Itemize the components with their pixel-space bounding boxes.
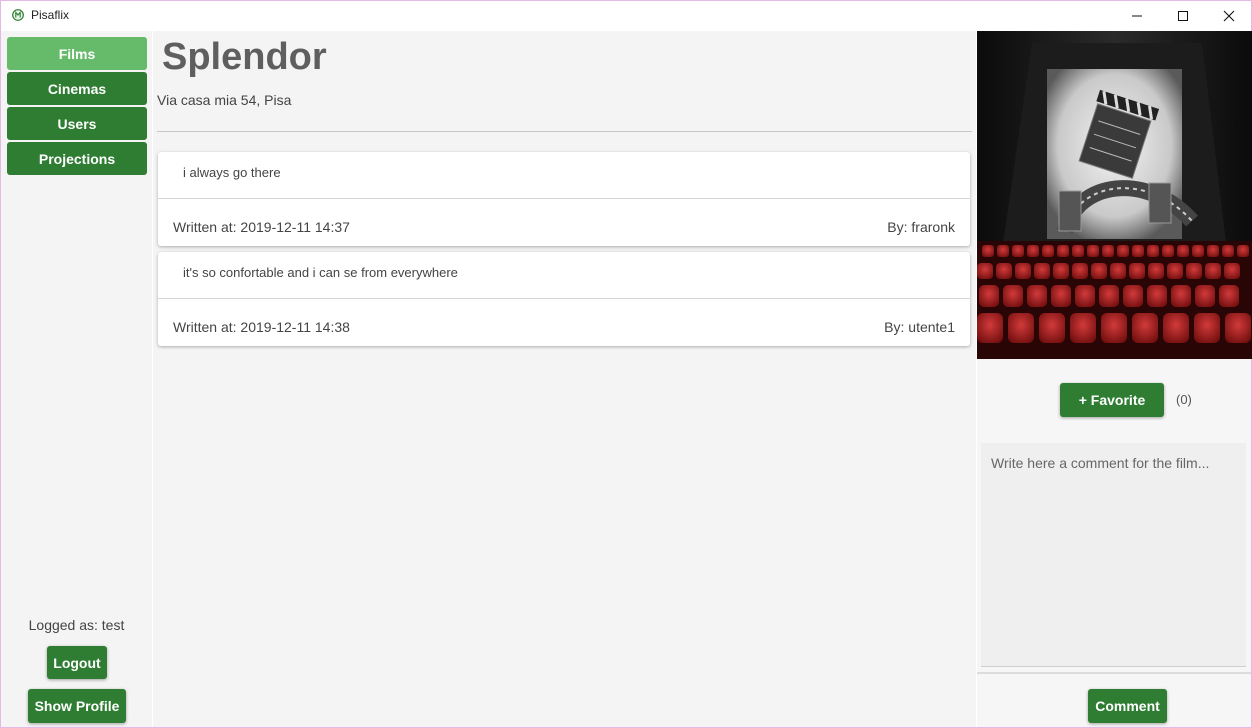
comment-date: Written at: 2019-12-11 14:37 bbox=[173, 219, 350, 235]
maximize-icon bbox=[1178, 11, 1188, 21]
title-bar: Pisaflix bbox=[1, 1, 1251, 31]
window-title: Pisaflix bbox=[31, 8, 70, 22]
comment-divider bbox=[158, 198, 970, 199]
sidebar-item-label: Users bbox=[57, 115, 97, 132]
show-profile-button[interactable]: Show Profile bbox=[28, 689, 126, 723]
comment-author: By: fraronk bbox=[887, 219, 955, 235]
close-icon bbox=[1223, 10, 1235, 22]
comment-text: it's so confortable and i can se from ev… bbox=[183, 265, 458, 280]
comment-card: i always go there Written at: 2019-12-11… bbox=[158, 152, 970, 246]
favorite-count: (0) bbox=[1176, 392, 1192, 407]
comment-button[interactable]: Comment bbox=[1088, 689, 1167, 723]
comment-card: it's so confortable and i can se from ev… bbox=[158, 252, 970, 346]
minimize-icon bbox=[1132, 15, 1142, 17]
close-button[interactable] bbox=[1206, 1, 1252, 31]
logout-button-label: Logout bbox=[53, 654, 101, 671]
comment-button-label: Comment bbox=[1095, 698, 1160, 714]
comment-author: By: utente1 bbox=[884, 319, 955, 335]
favorite-button-label: + Favorite bbox=[1078, 392, 1146, 408]
sidebar-item-label: Films bbox=[58, 45, 96, 62]
app-logo-icon bbox=[12, 9, 24, 21]
app-window: Pisaflix Films Cinemas Users Projections… bbox=[0, 0, 1252, 728]
sidebar-item-users[interactable]: Users bbox=[7, 107, 147, 140]
sidebar-item-label: Cinemas bbox=[47, 80, 107, 97]
maximize-button[interactable] bbox=[1160, 1, 1206, 31]
cinema-poster-image bbox=[977, 31, 1252, 359]
show-profile-button-label: Show Profile bbox=[34, 698, 120, 714]
sidebar: Films Cinemas Users Projections Logged a… bbox=[1, 31, 152, 727]
minimize-button[interactable] bbox=[1114, 1, 1160, 31]
comment-divider bbox=[158, 298, 970, 299]
comment-input[interactable] bbox=[981, 443, 1246, 667]
sidebar-item-projections[interactable]: Projections bbox=[7, 142, 147, 175]
page-title: Splendor bbox=[162, 36, 327, 78]
comment-text: i always go there bbox=[183, 165, 281, 180]
favorite-button[interactable]: + Favorite bbox=[1060, 383, 1164, 417]
sidebar-item-cinemas[interactable]: Cinemas bbox=[7, 72, 147, 105]
logged-as-label: Logged as: test bbox=[28, 617, 125, 633]
logout-button[interactable]: Logout bbox=[47, 646, 107, 679]
right-panel: + Favorite (0) Comment bbox=[977, 31, 1252, 727]
comment-date: Written at: 2019-12-11 14:38 bbox=[173, 319, 350, 335]
cinema-address: Via casa mia 54, Pisa bbox=[157, 92, 292, 108]
main-content: Splendor Via casa mia 54, Pisa i always … bbox=[153, 31, 976, 727]
sidebar-item-films[interactable]: Films bbox=[7, 37, 147, 70]
sidebar-item-label: Projections bbox=[38, 150, 116, 167]
header-divider bbox=[157, 131, 972, 132]
panel-divider bbox=[977, 672, 1251, 674]
